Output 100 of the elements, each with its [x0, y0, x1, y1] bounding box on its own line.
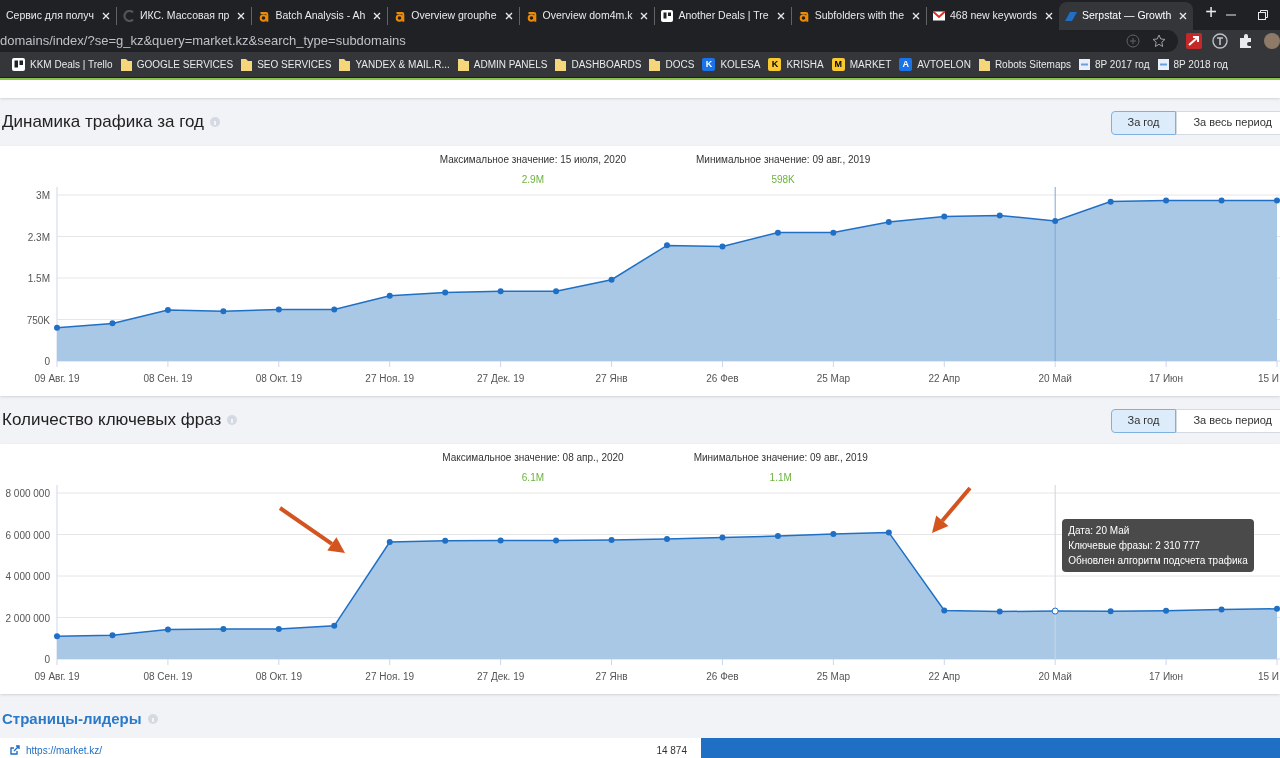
stat-value: 2.9M	[521, 173, 544, 187]
stat-value: 598K	[771, 173, 795, 187]
data-point	[664, 242, 670, 249]
period-tab[interactable]: За год	[1110, 110, 1177, 135]
data-point	[220, 308, 227, 315]
t-circle-icon	[1212, 33, 1228, 49]
info-icon	[147, 714, 158, 724]
url-link[interactable]: https://market.kz/	[26, 742, 626, 758]
bookmark[interactable]: GOOGLE SERVICES	[136, 57, 234, 72]
axis-label: 20 Май	[1038, 373, 1072, 384]
browser-tab[interactable]: Сервис для получ	[0, 2, 116, 30]
close-icon	[776, 12, 785, 20]
data-point	[275, 306, 282, 313]
axis-label: 27 Дек. 19	[477, 671, 525, 682]
bookmark[interactable]: 8P 2018 год	[1173, 57, 1228, 72]
data-point	[220, 625, 227, 632]
page-icon	[1157, 59, 1169, 70]
axis-label: 08 Окт. 19	[255, 671, 302, 682]
stat-label: Минимальное значение: 09 авг., 2019	[696, 153, 871, 167]
link-icon	[10, 745, 20, 755]
c-logo-icon	[122, 10, 135, 22]
browser-tab[interactable]: ИКС. Массовая пр	[116, 2, 252, 30]
bookmark[interactable]: KKM Deals | Trello	[30, 57, 113, 72]
data-point	[1274, 197, 1280, 204]
axis-label: 26 Фев	[706, 373, 739, 384]
avatar-icon	[1264, 33, 1280, 49]
bookmark[interactable]: AVTOELON	[917, 57, 971, 72]
letter-logo: K	[702, 58, 716, 71]
axis-label: 750K	[26, 314, 50, 326]
axis-label: 3M	[36, 190, 50, 201]
data-point	[774, 532, 781, 539]
data-point	[553, 537, 560, 544]
axis-label: 1.5M	[27, 273, 50, 284]
data-point	[164, 307, 171, 314]
close-icon	[101, 12, 110, 20]
data-point	[885, 219, 892, 226]
address-field[interactable]: domains/index/?se=g_kz&query=market.kz&search_type=subdomains	[0, 30, 1178, 52]
bookmark[interactable]: DASHBOARDS	[571, 57, 642, 72]
new-tab-button[interactable]: +	[1205, 0, 1217, 27]
axis-label: 20 Май	[1038, 671, 1072, 682]
data-point	[1107, 608, 1114, 615]
data-point	[1274, 605, 1280, 612]
a-logo-icon	[797, 10, 810, 22]
browser-tab[interactable]: Overview grouphe	[388, 2, 519, 30]
bookmark[interactable]: Robots Sitemaps	[994, 57, 1072, 72]
section-title: Количество ключевых фраз	[2, 409, 222, 432]
axis-label: 27 Ноя. 19	[365, 671, 415, 682]
board-icon	[12, 58, 25, 71]
browser-tab[interactable]: 468 new keywords	[927, 2, 1059, 30]
data-point	[1051, 607, 1059, 615]
count-text: 14 874	[655, 743, 688, 758]
page-icon	[1079, 59, 1091, 70]
bookmark[interactable]: DOCS	[665, 57, 695, 72]
data-point	[1163, 607, 1170, 614]
browser-tab[interactable]: Subfolders with the	[791, 2, 926, 30]
period-tab[interactable]: За год	[1110, 408, 1177, 433]
close-icon	[1179, 12, 1188, 20]
data-point	[996, 212, 1003, 219]
data-point	[109, 320, 116, 327]
bookmark[interactable]: SEO SERVICES	[257, 57, 332, 72]
period-tab[interactable]: За весь период	[1176, 408, 1280, 433]
extensions-icon	[1238, 33, 1254, 49]
restore-icon	[1258, 10, 1268, 20]
browser-tab[interactable]: Overview dom4m.k	[519, 2, 655, 30]
axis-label: 08 Сен. 19	[143, 671, 193, 682]
axis-label: 25 Мар	[816, 671, 851, 682]
axis-label: 22 Апр	[928, 373, 961, 384]
bookmark[interactable]: ADMIN PANELS	[473, 57, 548, 72]
bookmark[interactable]: MARKET	[849, 57, 892, 72]
tab-title: Another Deals | Tre	[678, 8, 769, 24]
browser-tab[interactable]: Another Deals | Tre	[655, 2, 791, 30]
axis-label: 22 Апр	[928, 671, 961, 682]
axis-label: 27 Дек. 19	[477, 373, 525, 384]
arrow-icon	[1186, 33, 1202, 49]
data-point	[719, 243, 726, 250]
a-logo-icon	[525, 10, 538, 22]
bookmark[interactable]: KOLESA	[720, 57, 761, 72]
browser-tab[interactable]: Batch Analysis - Ah	[252, 2, 388, 30]
axis-label: 0	[44, 654, 50, 665]
axis-label: 6 000 000	[5, 529, 50, 541]
folder-icon	[978, 58, 990, 71]
bookmark[interactable]: 8P 2017 год	[1095, 57, 1150, 72]
bookmark[interactable]: YANDEX & MAIL.R...	[355, 57, 450, 72]
letter-logo: A	[899, 58, 913, 71]
axis-label: 17 Июн	[1149, 373, 1184, 384]
data-point	[386, 292, 393, 299]
data-point	[996, 608, 1003, 615]
arrow	[932, 486, 972, 533]
stat-label: Максимальное значение: 08 апр., 2020	[442, 451, 624, 465]
data-point	[608, 536, 615, 543]
data-point	[54, 633, 60, 640]
bookmark[interactable]: KRISHA	[786, 57, 824, 72]
data-point	[1107, 198, 1114, 205]
axis-label: 15 И	[1257, 373, 1279, 384]
data-point	[830, 530, 837, 537]
browser-tab[interactable]: Serpstat — Growth	[1058, 2, 1194, 30]
letter-logo: K	[768, 58, 782, 71]
period-tab[interactable]: За весь период	[1176, 110, 1280, 135]
folder-icon	[457, 58, 469, 71]
axis-label: 27 Ноя. 19	[365, 373, 415, 384]
